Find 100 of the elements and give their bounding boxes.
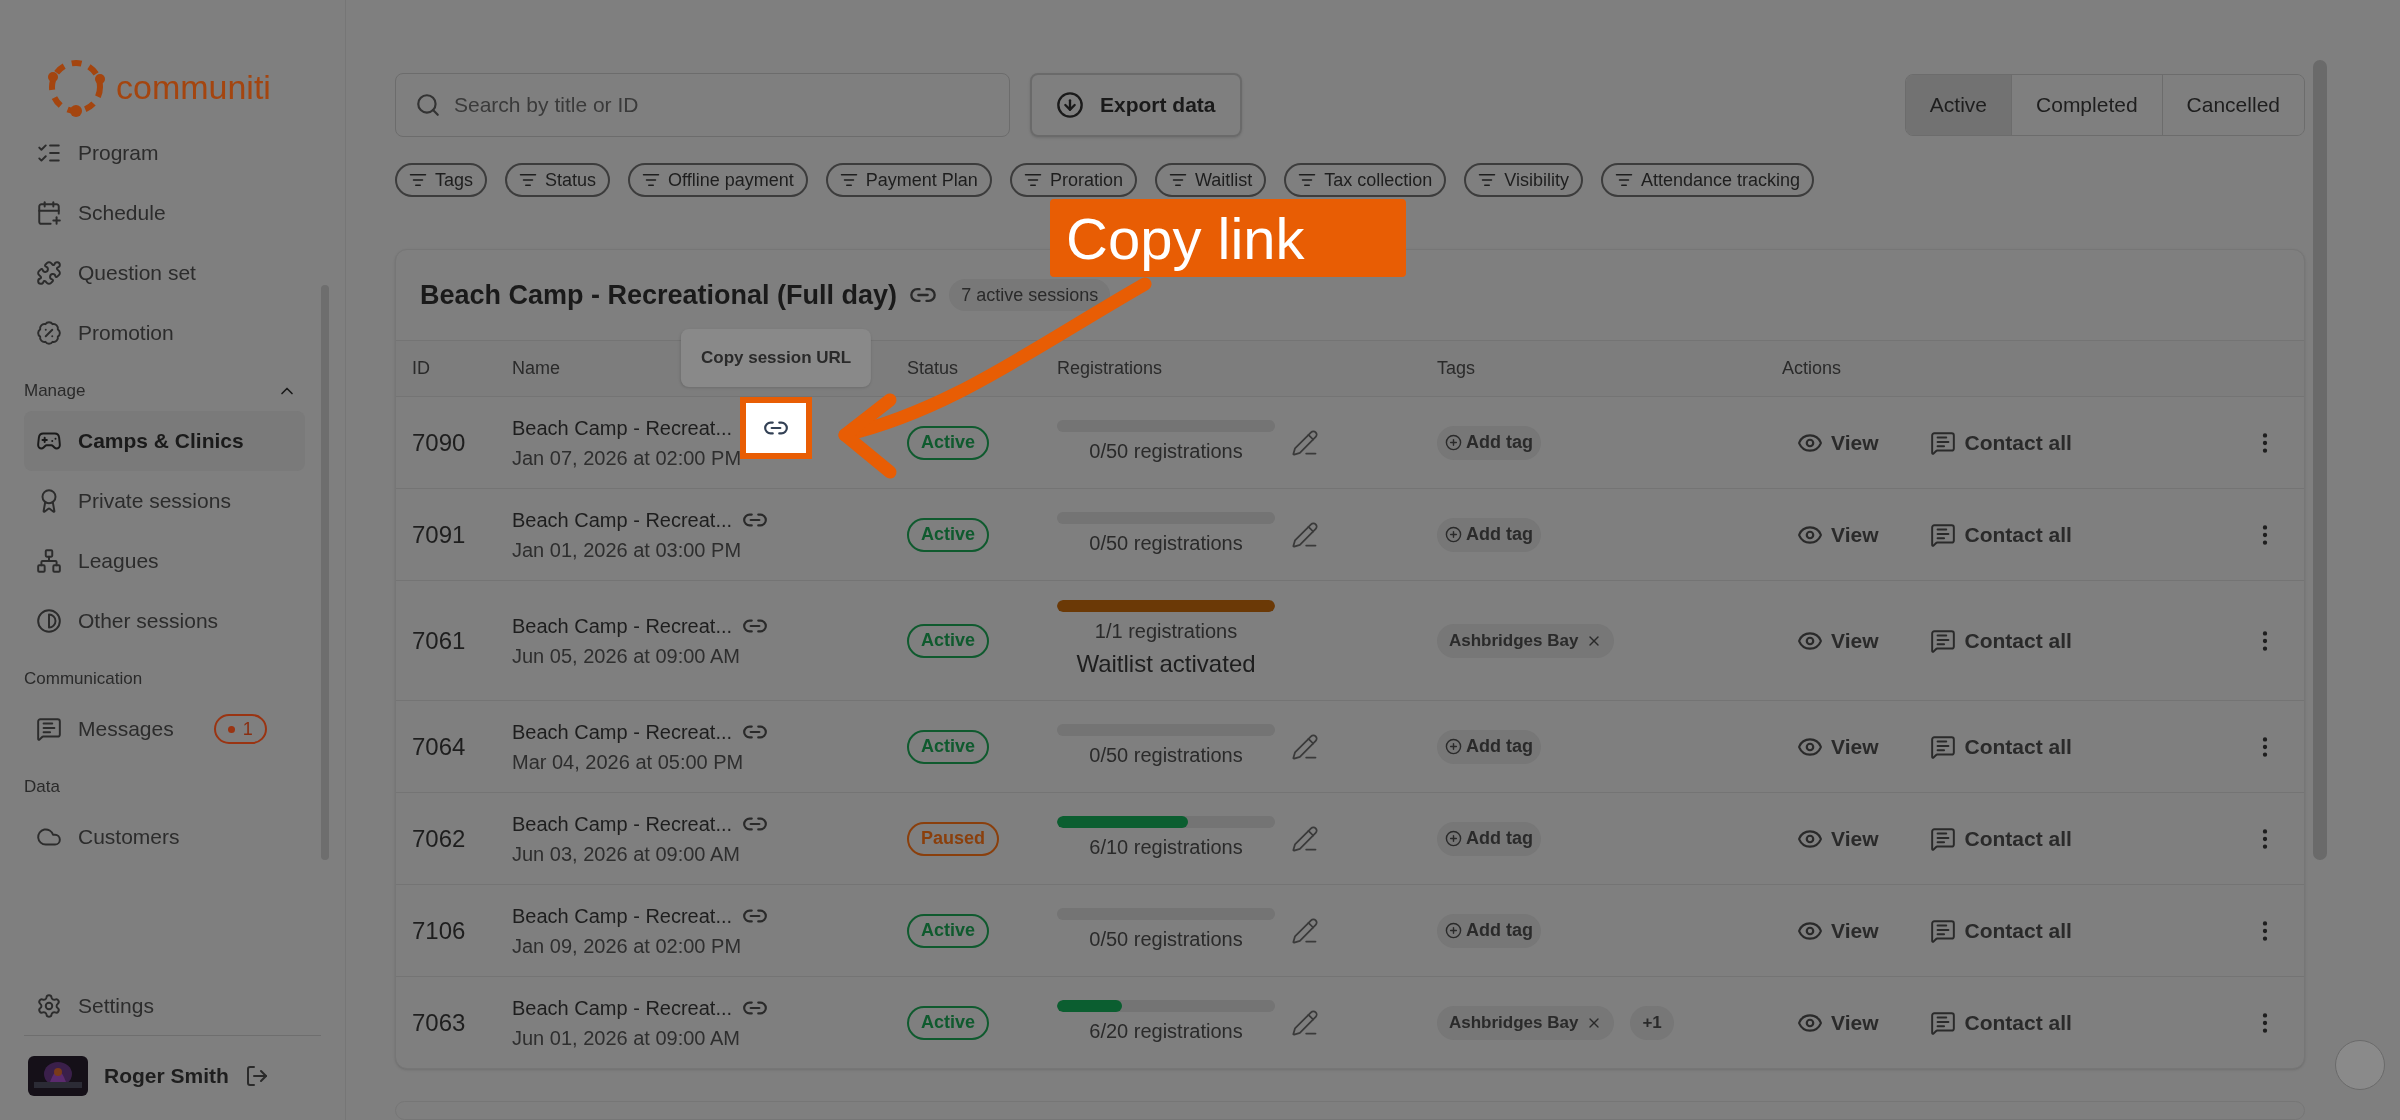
add-tag-button[interactable]: Add tag [1437,425,1541,460]
session-id: 7106 [412,915,467,946]
filter-icon [519,171,538,189]
filter-chip[interactable]: Status [505,163,611,197]
view-button[interactable]: View [1797,1006,1879,1039]
session-date: Jun 01, 2026 at 09:00 AM [512,1025,741,1051]
session-name[interactable]: Beach Camp - Recreat... [512,504,733,535]
session-name[interactable]: Beach Camp - Recreat... [512,808,733,839]
plus-icon [1445,434,1462,451]
add-tag-button[interactable]: Add tag [1437,913,1541,948]
status-badge: Active [907,1005,990,1040]
message-icon [1930,521,1957,548]
plus-icon [1445,738,1462,755]
edit-icon[interactable] [1291,732,1319,761]
sidebar-item[interactable]: Private sessions [24,471,305,531]
status-badge: Active [907,425,990,460]
edit-icon[interactable] [1291,916,1319,945]
view-button[interactable]: View [1797,518,1879,551]
sidebar-label: Messages [78,716,174,743]
contact-all-button[interactable]: Contact all [1930,914,2072,947]
search-field[interactable]: Search by title or ID [395,73,1010,137]
download-icon [1056,91,1084,119]
column-header: Actions [1782,357,1842,380]
session-name[interactable]: Beach Camp - Recreat... [512,610,733,641]
edit-icon[interactable] [1291,824,1319,853]
session-name[interactable]: Beach Camp - Recreat... [512,992,733,1023]
message-icon [1930,429,1957,456]
sidebar-label: Question set [78,260,196,287]
waitlist-note: Waitlist activated [1076,648,1256,679]
edit-icon[interactable] [1291,520,1319,549]
view-button[interactable]: View [1797,914,1879,947]
export-button[interactable]: Export data [1030,73,1242,137]
filter-chip[interactable]: Proration [1009,163,1137,197]
view-button[interactable]: View [1797,624,1879,657]
sidebar-label: Promotion [78,320,174,347]
section-heading: Communication [24,668,143,691]
sidebar-item[interactable]: Schedule [24,183,305,243]
contact-all-button[interactable]: Contact all [1930,426,2072,459]
sidebar-item[interactable]: Leagues [24,531,305,591]
filter-chip[interactable]: Visibility [1464,163,1583,197]
session-name[interactable]: Beach Camp - Recreat... [512,412,733,443]
session-name[interactable]: Beach Camp - Recreat... [512,900,733,931]
percent-icon [36,320,62,346]
edit-icon[interactable] [1291,1008,1319,1037]
sidebar-item[interactable]: Customers [24,807,305,867]
section-heading: Data [24,776,60,799]
plus-icon [1445,830,1462,847]
sidebar-item[interactable]: Other sessions [24,591,305,651]
view-button[interactable]: View [1797,426,1879,459]
edit-icon[interactable] [1291,428,1319,457]
filter-chip[interactable]: Attendance tracking [1601,163,1815,197]
count-badge: 1 [213,714,267,744]
contact-all-button[interactable]: Contact all [1930,518,2072,551]
filter-chip[interactable]: Offline payment [628,163,808,197]
session-name[interactable]: Beach Camp - Recreat... [512,716,733,747]
filter-icon [839,171,858,189]
view-button[interactable]: View [1797,822,1879,855]
logout-icon[interactable] [244,1064,269,1088]
more-tags-badge[interactable]: +1 [1630,1005,1674,1040]
sidebar-label: Camps & Clinics [78,428,244,455]
contact-all-button[interactable]: Contact all [1930,822,2072,855]
tooltip: Copy session URL [681,329,872,387]
status-badge: Active [907,913,990,948]
copy-link-button[interactable] [740,396,813,459]
tag-label: Ashbridges Bay [1449,1011,1579,1034]
contact-all-button[interactable]: Contact all [1930,730,2072,763]
sidebar-item[interactable]: Program [24,123,305,183]
message-icon [1930,1009,1957,1036]
registration-count: 6/20 registrations [1089,1018,1243,1044]
contact-all-button[interactable]: Contact all [1930,1006,2072,1039]
filter-icon [642,171,661,189]
brand-name: communiti [116,66,271,108]
add-tag-button[interactable]: Add tag [1437,729,1541,764]
session-date: Jan 07, 2026 at 02:00 PM [512,445,743,471]
add-tag-button[interactable]: Add tag [1437,821,1541,856]
half-circle-icon [36,608,62,634]
sidebar-label: Other sessions [78,608,219,635]
sidebar-item[interactable]: Messages 1 [24,699,305,759]
filter-chip[interactable]: Tags [395,163,488,197]
sidebar-item[interactable]: Promotion [24,303,305,363]
status-badge: Active [907,517,990,552]
sidebar-item[interactable]: Question set [24,243,305,303]
search-icon [415,92,441,118]
status-tab[interactable]: Cancelled [2161,75,2304,135]
settings-label[interactable]: Settings [78,989,154,1022]
filter-chip[interactable]: Tax collection [1284,163,1447,197]
add-tag-button[interactable]: Add tag [1437,517,1541,552]
registration-count: 0/50 registrations [1089,742,1243,768]
filter-chip[interactable]: Payment Plan [825,163,992,197]
view-button[interactable]: View [1797,730,1879,763]
settings-icon[interactable] [36,992,62,1019]
contact-all-button[interactable]: Contact all [1930,624,2072,657]
network-icon [36,548,62,574]
column-header: ID [412,357,430,380]
registration-count: 0/50 registrations [1089,530,1243,556]
sidebar-item[interactable]: Camps & Clinics [24,411,305,471]
status-tab[interactable]: Active [1905,75,2012,135]
sidebar-label: Leagues [78,548,159,575]
message-icon [36,716,62,742]
filter-chip[interactable]: Waitlist [1154,163,1267,197]
